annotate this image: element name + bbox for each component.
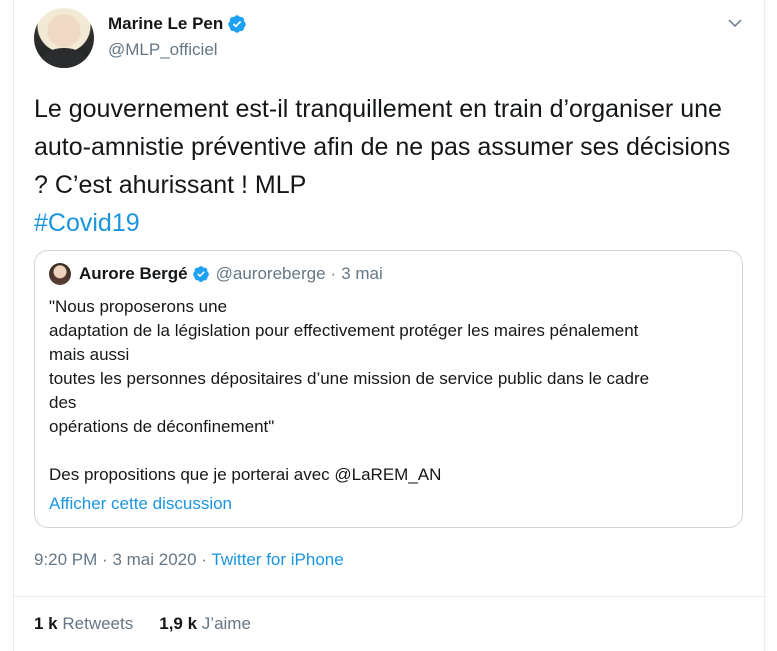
tweet-source-link[interactable]: Twitter for iPhone [211, 550, 343, 569]
avatar-shoulders [40, 48, 88, 68]
quoted-line [49, 439, 729, 463]
quoted-line: adaptation de la législation pour effect… [49, 321, 639, 340]
quoted-tweet[interactable]: Aurore Bergé @auroreberge · 3 mai "Nous … [34, 250, 743, 528]
tweet-stats: 1 k Retweets 1,9 k J’aime [34, 614, 277, 634]
quoted-author-name: Aurore Bergé [79, 264, 188, 283]
tweet-time[interactable]: 9:20 PM [34, 550, 97, 569]
retweets-stat[interactable]: 1 k Retweets [34, 614, 133, 634]
show-thread-link[interactable]: Afficher cette discussion [49, 494, 232, 514]
quoted-line: "Nous proposerons une [49, 297, 228, 316]
quoted-line: toutes les personnes dépositaires d’une … [49, 369, 650, 388]
author-avatar[interactable] [34, 8, 94, 68]
meta-separator: · [102, 550, 108, 569]
divider [14, 596, 764, 597]
tweet-text-main: Le gouvernement est-il tranquillement en… [34, 95, 731, 199]
author-handle[interactable]: @MLP_officiel [108, 40, 218, 60]
quoted-line: Des propositions que je porterai avec @L… [49, 465, 442, 484]
likes-label: J’aime [201, 614, 251, 633]
quoted-avatar [49, 263, 71, 285]
likes-stat[interactable]: 1,9 k J’aime [159, 614, 251, 634]
meta-separator: · [201, 550, 207, 569]
quoted-line: des [49, 393, 77, 412]
tweet-date[interactable]: 3 mai 2020 [112, 550, 196, 569]
tweet-card: Marine Le Pen @MLP_officiel Le gouvernem… [13, 0, 765, 651]
retweets-label: Retweets [62, 614, 134, 633]
quoted-text: "Nous proposerons une adaptation de la l… [49, 295, 729, 487]
retweets-count: 1 k [34, 614, 58, 633]
quoted-date[interactable]: 3 mai [341, 264, 383, 284]
hashtag-link[interactable]: #Covid19 [34, 209, 140, 237]
tweet-meta: 9:20 PM · 3 mai 2020 · Twitter for iPhon… [34, 550, 344, 570]
verified-badge-icon [228, 15, 247, 33]
verified-badge-icon [192, 266, 209, 282]
quoted-author-handle: @auroreberge [215, 264, 326, 283]
author-name[interactable]: Marine Le Pen [108, 14, 223, 34]
author-name-row: Marine Le Pen [108, 14, 247, 34]
chevron-down-icon[interactable] [726, 14, 744, 32]
likes-count: 1,9 k [159, 614, 198, 633]
tweet-text: Le gouvernement est-il tranquillement en… [34, 90, 749, 242]
quoted-line: mais aussi [49, 345, 130, 364]
quoted-line: opérations de déconfinement" [49, 417, 275, 436]
quoted-separator: · [330, 264, 337, 283]
quoted-header: Aurore Bergé @auroreberge · 3 mai [49, 263, 383, 285]
